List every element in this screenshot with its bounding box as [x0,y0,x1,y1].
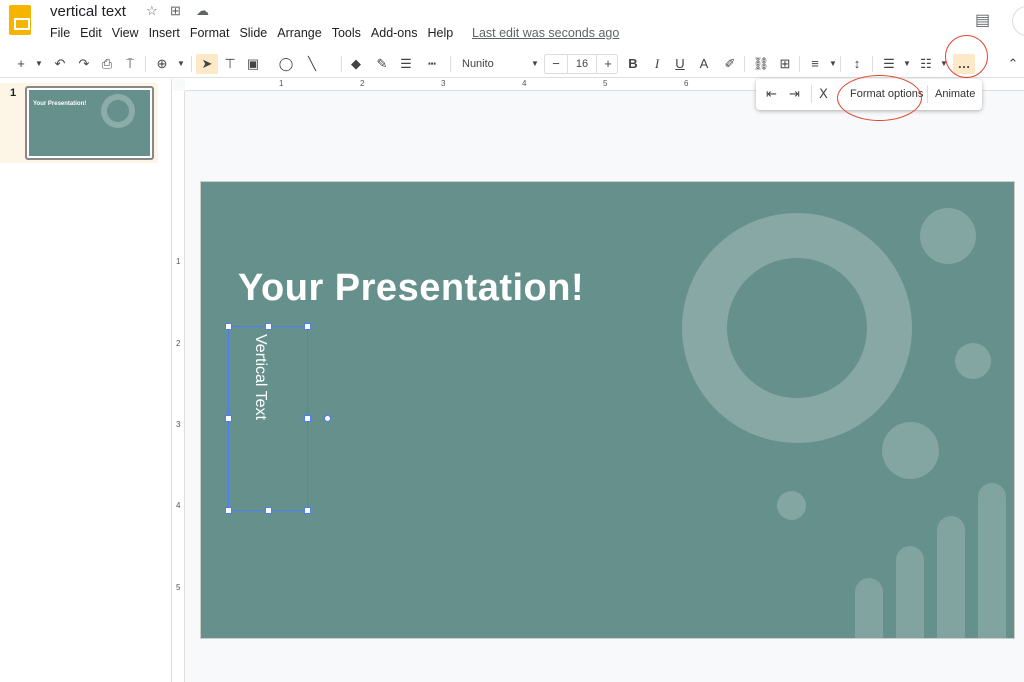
ruler-label: 4 [176,501,181,510]
resize-handle[interactable] [225,323,232,330]
new-slide-icon[interactable]: + [12,54,30,74]
annotation-circle-more [945,35,988,78]
ruler-label: 1 [279,79,284,88]
text-color-icon[interactable]: A [695,54,713,74]
highlight-icon[interactable]: ✐ [721,54,739,74]
resize-handle[interactable] [265,507,272,514]
textbox-icon[interactable]: ⊤ [221,54,239,74]
bar-decoration [896,546,924,638]
print-icon[interactable]: ⎙ [98,54,116,74]
resize-handle[interactable] [304,323,311,330]
slide-number: 1 [10,87,17,99]
menu-bar: File Edit View Insert Format Slide Arran… [50,26,463,40]
font-dropdown-icon[interactable]: ▼ [526,54,544,74]
link-icon[interactable]: ⛓ [752,54,770,74]
annotation-circle-format-options [837,75,922,121]
increase-indent-icon[interactable]: ⇥ [789,86,800,102]
select-icon[interactable]: ➤ [196,54,218,74]
new-slide-dropdown-icon[interactable]: ▼ [30,54,48,74]
align-icon[interactable]: ≡ [806,54,824,74]
ruler-label: 5 [176,583,181,592]
account-button[interactable] [1012,6,1024,36]
line-spacing-icon[interactable]: ↕ [848,54,866,74]
zoom-dropdown-icon[interactable]: ▼ [172,54,190,74]
ruler-label: 2 [360,79,365,88]
border-dash-icon[interactable]: ┅ [423,54,441,74]
toolbar: + ▼ ↶ ↷ ⎙ ⍑ ⊕ ▼ ➤ ⊤ ▣ ◯ ╲ ◆ ✎ ☰ ┅ Nunito… [0,50,1024,78]
ruler-label: 3 [176,420,181,429]
menu-edit[interactable]: Edit [80,26,102,40]
vertical-ruler[interactable]: 1 2 3 4 5 [173,91,185,682]
filmstrip [0,79,172,682]
menu-view[interactable]: View [112,26,139,40]
fill-color-icon[interactable]: ◆ [347,54,365,74]
menu-arrange[interactable]: Arrange [277,26,321,40]
zoom-icon[interactable]: ⊕ [153,54,171,74]
add-comment-icon[interactable]: ⊞ [776,54,794,74]
rotate-handle[interactable] [324,415,331,422]
donut-decoration [682,213,912,443]
slide-title[interactable]: Your Presentation! [238,267,584,310]
border-color-icon[interactable]: ✎ [373,54,391,74]
menu-file[interactable]: File [50,26,70,40]
font-size-input[interactable]: 16 [567,54,597,74]
bar-decoration [937,516,965,638]
ruler-label: 4 [522,79,527,88]
menu-format[interactable]: Format [190,26,230,40]
font-size-stepper: − 16 + [544,54,618,74]
paint-format-icon[interactable]: ⍑ [121,54,139,74]
menu-tools[interactable]: Tools [332,26,361,40]
increase-font-size-button[interactable]: + [599,54,617,74]
bar-decoration [855,578,883,638]
line-icon[interactable]: ╲ [303,54,321,74]
menu-slide[interactable]: Slide [239,26,267,40]
move-folder-icon[interactable]: ⊞ [170,3,181,19]
vertical-text[interactable]: Vertical Text [251,334,269,420]
slide[interactable]: Your Presentation! Vertical Text [200,181,1015,639]
document-title[interactable]: vertical text [50,3,126,20]
circle-decoration [882,422,939,479]
resize-handle[interactable] [225,415,232,422]
collapse-toolbar-icon[interactable]: ⌃ [1004,54,1022,74]
bulleted-list-icon[interactable]: ☰ [880,54,898,74]
redo-icon[interactable]: ↷ [75,54,93,74]
ruler-label: 1 [176,257,181,266]
resize-handle[interactable] [265,323,272,330]
ruler-label: 6 [684,79,689,88]
comments-icon[interactable]: ▤ [975,10,990,30]
bold-icon[interactable]: B [624,54,642,74]
decrease-indent-icon[interactable]: ⇤ [766,86,777,102]
ruler-label: 3 [441,79,446,88]
cloud-status-icon[interactable]: ☁ [196,3,209,19]
border-weight-icon[interactable]: ☰ [397,54,415,74]
numbered-list-icon[interactable]: ☷ [917,54,935,74]
slides-logo[interactable] [9,5,31,35]
menu-help[interactable]: Help [427,26,453,40]
star-icon[interactable]: ☆ [146,3,158,19]
ruler-label: 2 [176,339,181,348]
menu-addons[interactable]: Add-ons [371,26,418,40]
circle-decoration [920,208,976,264]
italic-icon[interactable]: I [648,54,666,74]
image-icon[interactable]: ▣ [244,54,262,74]
bar-decoration [978,483,1006,638]
resize-handle[interactable] [304,415,311,422]
clear-formatting-icon[interactable]: Ⅹ [819,86,828,102]
ruler-label: 5 [603,79,608,88]
underline-icon[interactable]: U [671,54,689,74]
thumb-title: Your Presentation! [33,101,87,107]
animate-button[interactable]: Animate [935,88,975,100]
circle-decoration [777,491,806,520]
shape-icon[interactable]: ◯ [277,54,295,74]
slide-thumbnail[interactable]: Your Presentation! [25,86,154,160]
circle-decoration [955,343,991,379]
bullet-dropdown-icon[interactable]: ▼ [898,54,916,74]
resize-handle[interactable] [225,507,232,514]
decrease-font-size-button[interactable]: − [547,54,565,74]
resize-handle[interactable] [304,507,311,514]
undo-icon[interactable]: ↶ [51,54,69,74]
menu-insert[interactable]: Insert [149,26,180,40]
last-edit-link[interactable]: Last edit was seconds ago [472,26,619,40]
